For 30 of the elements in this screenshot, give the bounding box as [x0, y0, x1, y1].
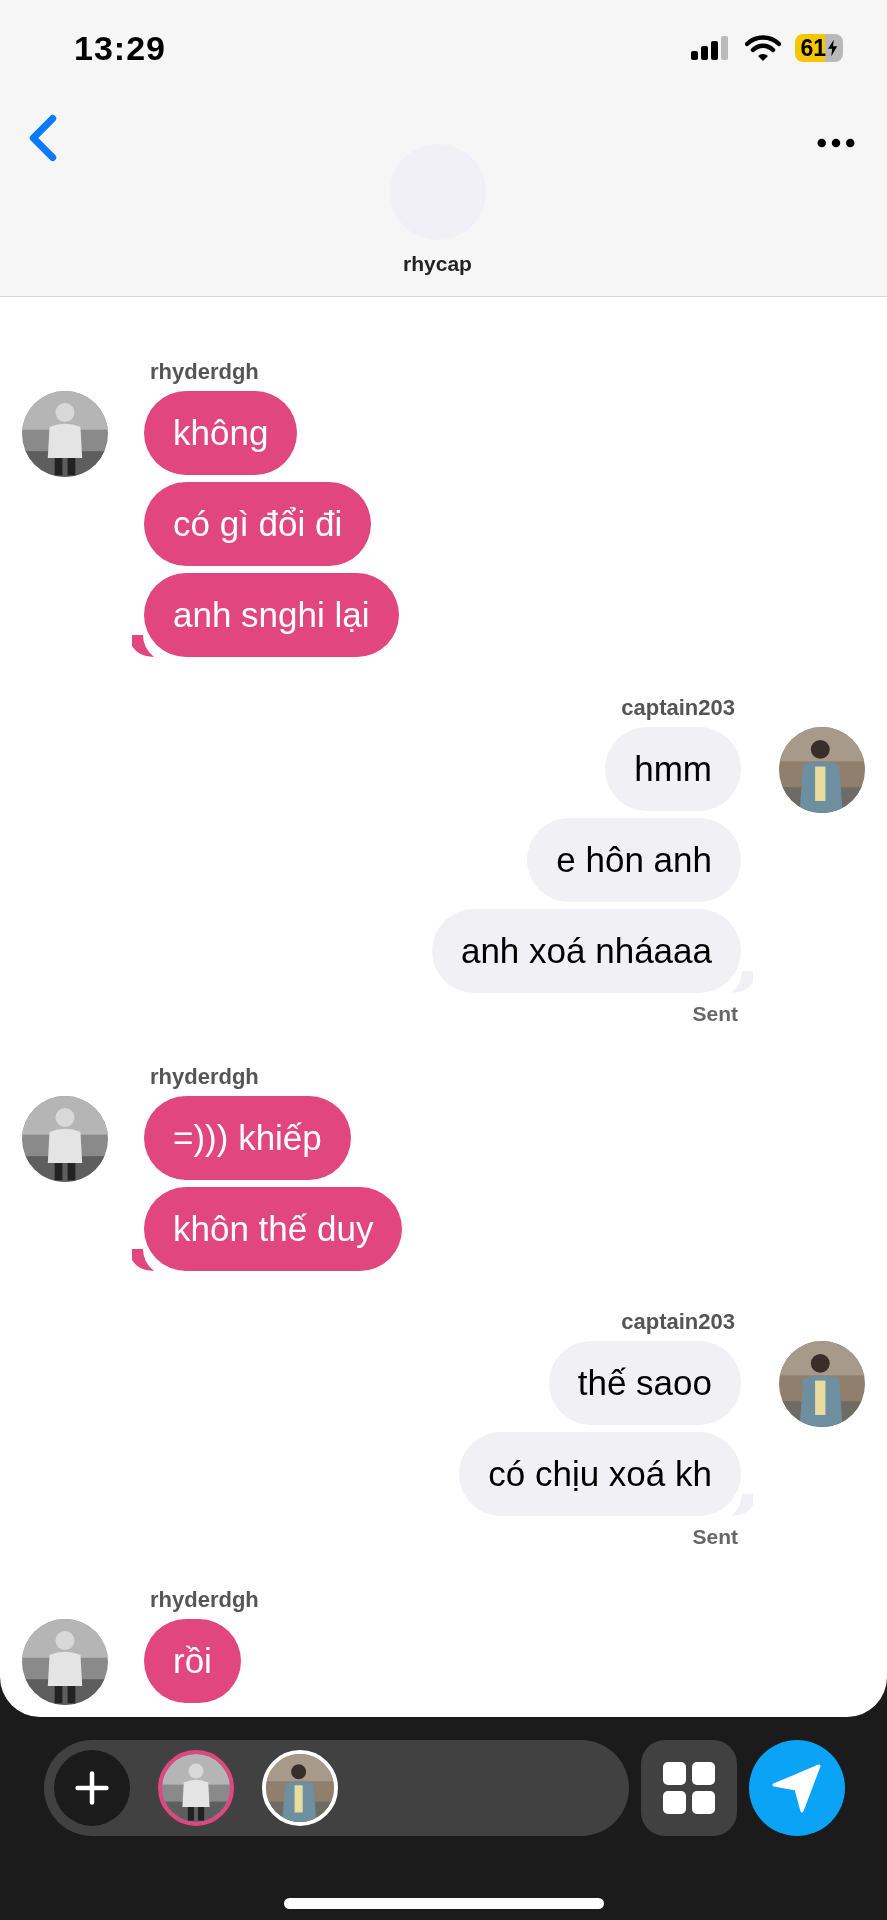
send-icon	[772, 1763, 822, 1813]
add-button[interactable]	[54, 1750, 130, 1826]
delivery-status: Sent	[692, 1002, 739, 1026]
delivery-status: Sent	[692, 1525, 739, 1549]
status-time: 13:29	[74, 28, 166, 68]
back-icon[interactable]	[28, 113, 58, 163]
bubble-tail	[132, 1249, 154, 1271]
message-bubble: rồi	[144, 1619, 241, 1703]
chat-title: rhycap	[403, 252, 472, 276]
more-icon[interactable]	[817, 138, 855, 148]
message-bubble: hmm	[605, 727, 741, 811]
sender-name: rhyderdgh	[149, 1587, 260, 1613]
wifi-icon	[745, 35, 782, 61]
bubble-tail	[132, 635, 154, 657]
plus-icon	[74, 1770, 110, 1806]
sender-name: captain203	[621, 695, 736, 721]
sender-name: rhyderdgh	[149, 1064, 260, 1090]
message-bubble: có chịu xoá kh	[459, 1432, 741, 1516]
grid-icon	[663, 1762, 715, 1814]
message-bubble: không	[144, 391, 298, 475]
message-bubble: có gì đổi đi	[144, 482, 372, 566]
message-bubble: thế saoo	[548, 1341, 741, 1425]
sender-name: rhyderdgh	[149, 359, 260, 385]
grid-button[interactable]	[641, 1740, 737, 1836]
message-bubble: anh snghi lại	[144, 573, 399, 657]
message-bubble: e hôn anh	[527, 818, 741, 902]
sender-name: captain203	[621, 1309, 736, 1335]
message-bubble: =))) khiếp	[144, 1096, 351, 1180]
message-bubble: anh xoá nháaaa	[431, 909, 741, 993]
message-bubble: khôn thế duy	[144, 1187, 403, 1271]
